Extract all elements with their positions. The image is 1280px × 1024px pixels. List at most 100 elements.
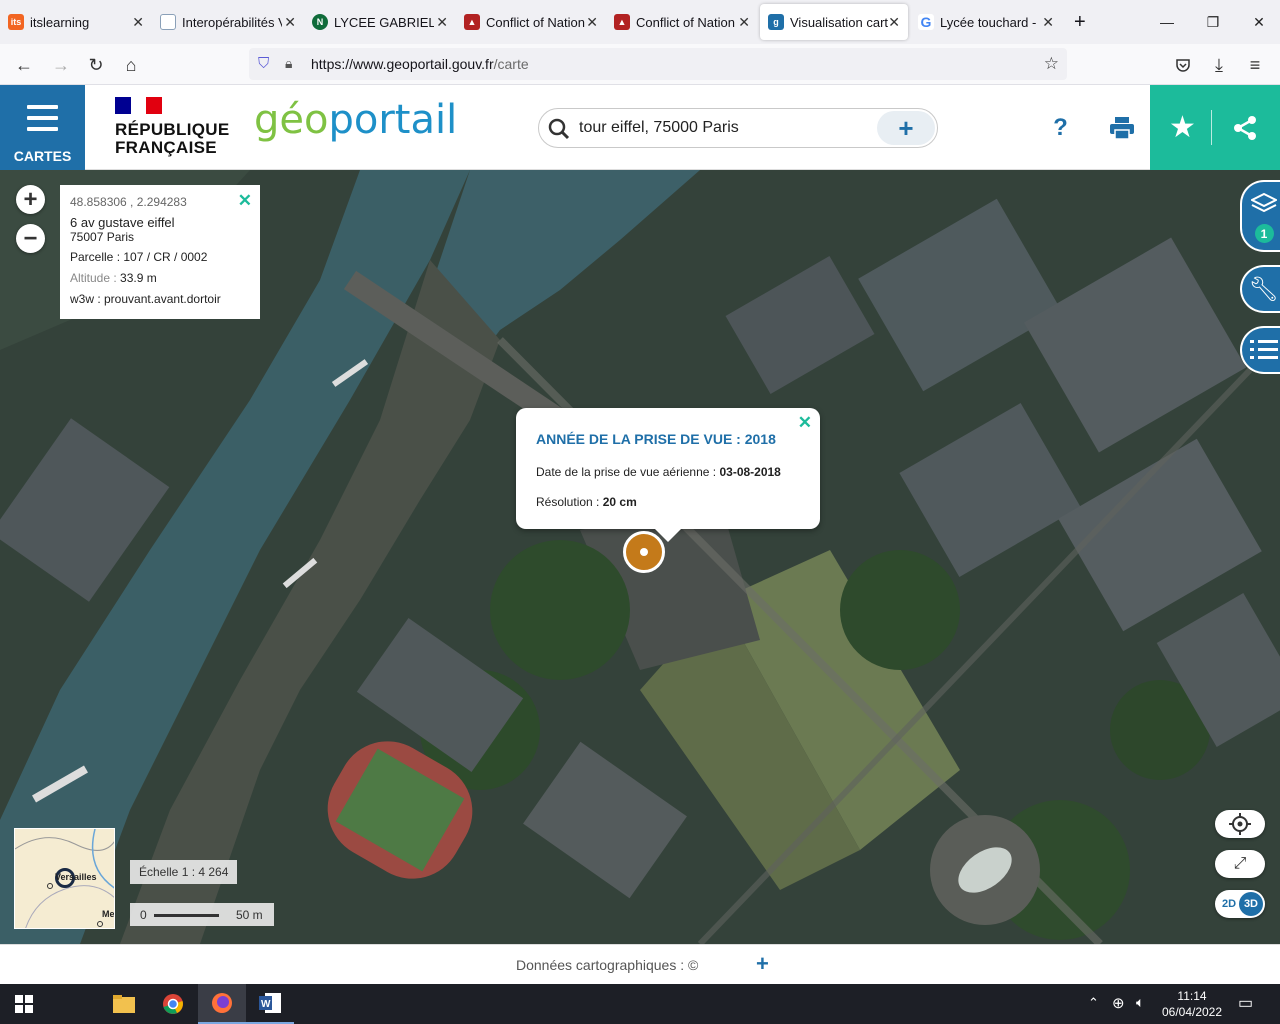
scale-end: 50 m xyxy=(236,908,263,922)
help-button[interactable]: ? xyxy=(1028,85,1093,170)
tools-button[interactable]: 🔧︎ xyxy=(1240,265,1280,313)
star-icon: ★ xyxy=(1169,111,1196,144)
itslearning-favicon: its xyxy=(8,14,24,30)
new-tab-button[interactable]: + xyxy=(1066,0,1098,44)
close-tab-icon[interactable]: ✕ xyxy=(132,14,144,31)
close-icon[interactable]: ✕ xyxy=(238,191,252,211)
geoportail-favicon: g xyxy=(768,14,784,30)
chevron-up-icon[interactable]: ⌃ xyxy=(1088,995,1099,1011)
reload-icon[interactable]: ↻ xyxy=(81,50,111,80)
favorites-button[interactable]: ★ xyxy=(1150,85,1215,170)
network-globe-icon[interactable]: ⊕ xyxy=(1112,994,1125,1012)
resolution-value: 20 cm xyxy=(602,495,637,509)
overview-minimap[interactable]: Versailles Me xyxy=(14,828,115,929)
altitude-label: Altitude : xyxy=(70,271,117,285)
tab-conflict-of-nations-2[interactable]: ▲ Conflict of Nation ✕ xyxy=(606,0,758,44)
close-window-icon[interactable]: ✕ xyxy=(1236,0,1280,44)
search-input[interactable]: tour eiffel, 75000 Paris + xyxy=(538,108,938,148)
menu-icon[interactable]: ≡ xyxy=(1240,50,1270,80)
svg-text:W: W xyxy=(261,999,271,1010)
what3words-link[interactable]: w3w : prouvant.avant.dortoir xyxy=(70,292,250,306)
restore-icon[interactable]: ❐ xyxy=(1190,0,1236,44)
crosshair-icon xyxy=(1229,813,1251,835)
tab-interoperabilites[interactable]: Interopérabilités V ✕ xyxy=(152,0,304,44)
scale-start: 0 xyxy=(140,908,147,922)
browser-nav-bar: ← → ↻ ⌂ ⛉ 🔒︎ https://www.geoportail.gouv… xyxy=(0,44,1280,85)
download-icon[interactable]: ⤓ xyxy=(1204,50,1234,80)
close-tab-icon[interactable]: ✕ xyxy=(888,14,900,31)
speaker-icon[interactable]: 🔈︎ xyxy=(1136,994,1144,1011)
view-2d-option[interactable]: 2D xyxy=(1217,898,1236,910)
map-footer: Données cartographiques : © + xyxy=(0,944,1280,984)
conflict-favicon: ▲ xyxy=(464,14,480,30)
altitude-value: 33.9 m xyxy=(120,271,157,285)
fullscreen-button[interactable]: ⤢ xyxy=(1215,850,1265,878)
print-button[interactable] xyxy=(1089,85,1154,170)
url-text[interactable]: https://www.geoportail.gouv.fr/carte xyxy=(311,56,529,72)
lock-icon[interactable]: 🔒︎ xyxy=(285,55,292,72)
layers-button[interactable]: 1 xyxy=(1240,180,1280,252)
minimize-icon[interactable]: — xyxy=(1144,0,1190,44)
fullscreen-icon: ⤢ xyxy=(1233,855,1247,872)
location-marker-icon[interactable] xyxy=(623,531,665,573)
chrome-icon[interactable] xyxy=(149,984,197,1024)
clock[interactable]: 11:14 06/04/2022 xyxy=(1160,988,1224,1020)
legend-button[interactable] xyxy=(1240,326,1280,374)
parcelle-link[interactable]: Parcelle : 107 / CR / 0002 xyxy=(70,250,250,264)
windows-start-icon[interactable] xyxy=(0,984,48,1024)
address-line1: 6 av gustave eiffel xyxy=(70,215,175,230)
close-icon[interactable]: ✕ xyxy=(798,413,812,433)
bookmark-star-icon[interactable]: ☆ xyxy=(1044,54,1059,74)
windows-taskbar: W ⌃ ⊕ 🔈︎ 11:14 06/04/2022 ▭ xyxy=(0,984,1280,1024)
aerial-map[interactable]: + − ✕ 48.858306 , 2.294283 6 av gustave … xyxy=(0,170,1280,944)
tab-lycee-gabriel[interactable]: N LYCEE GABRIEL TC ✕ xyxy=(304,0,456,44)
close-tab-icon[interactable]: ✕ xyxy=(738,14,750,31)
favorites-share-panel: ★ xyxy=(1150,85,1280,170)
tab-visualisation-carte[interactable]: g Visualisation carte ✕ xyxy=(760,4,908,40)
scale-bar: 0 50 m xyxy=(130,903,274,926)
cartes-menu-button[interactable]: CARTES xyxy=(0,85,85,170)
tab-itslearning[interactable]: its itslearning ✕ xyxy=(0,0,152,44)
address-bar[interactable]: ⛉ 🔒︎ https://www.geoportail.gouv.fr/cart… xyxy=(249,48,1067,80)
date-label: Date de la prise de vue aérienne : xyxy=(536,465,717,479)
word-icon[interactable]: W xyxy=(246,984,294,1024)
browser-tab-strip: its itslearning ✕ Interopérabilités V ✕ … xyxy=(0,0,1280,44)
list-icon xyxy=(1249,340,1278,359)
search-icon xyxy=(548,118,570,140)
forward-arrow-icon[interactable]: → xyxy=(46,50,76,80)
shield-icon[interactable]: ⛉ xyxy=(258,55,269,72)
home-icon[interactable]: ⌂ xyxy=(116,50,146,80)
close-tab-icon[interactable]: ✕ xyxy=(1042,14,1054,31)
ngt-favicon: N xyxy=(312,14,328,30)
republique-francaise-logo[interactable]: RÉPUBLIQUE FRANÇAISE xyxy=(115,97,229,157)
layers-icon xyxy=(1250,192,1277,213)
resolution-label: Résolution : xyxy=(536,495,600,509)
scale-line xyxy=(154,914,219,917)
geolocate-button[interactable] xyxy=(1215,810,1265,838)
minimap-label-versailles: Versailles xyxy=(55,872,97,882)
share-button[interactable] xyxy=(1212,85,1277,170)
advanced-search-button[interactable]: + xyxy=(877,111,935,145)
zoom-in-button[interactable]: + xyxy=(16,185,45,214)
tab-conflict-of-nations-1[interactable]: ▲ Conflict of Nation ✕ xyxy=(456,0,606,44)
close-tab-icon[interactable]: ✕ xyxy=(436,14,448,31)
close-tab-icon[interactable]: ✕ xyxy=(586,14,598,31)
view-2d-3d-toggle[interactable]: 2D 3D xyxy=(1215,890,1265,918)
view-3d-option[interactable]: 3D xyxy=(1238,892,1263,916)
google-favicon: G xyxy=(918,14,934,30)
geoportail-logo[interactable]: géoportail xyxy=(254,97,457,143)
conflict-favicon: ▲ xyxy=(614,14,630,30)
tab-lycee-touchard[interactable]: G Lycée touchard - F ✕ xyxy=(910,0,1062,44)
firefox-icon[interactable] xyxy=(198,984,246,1024)
close-tab-icon[interactable]: ✕ xyxy=(284,14,296,31)
pocket-icon[interactable] xyxy=(1168,50,1198,80)
notification-icon[interactable]: ▭ xyxy=(1238,993,1253,1013)
layers-count-badge: 1 xyxy=(1254,224,1274,243)
location-info-panel: ✕ 48.858306 , 2.294283 6 av gustave eiff… xyxy=(60,185,260,319)
zoom-out-button[interactable]: − xyxy=(16,224,45,253)
expand-credits-button[interactable]: + xyxy=(756,951,769,977)
back-arrow-icon[interactable]: ← xyxy=(9,50,39,80)
file-explorer-icon[interactable] xyxy=(100,984,148,1024)
document-favicon xyxy=(160,14,176,30)
coordinates: 48.858306 , 2.294283 xyxy=(70,195,187,209)
